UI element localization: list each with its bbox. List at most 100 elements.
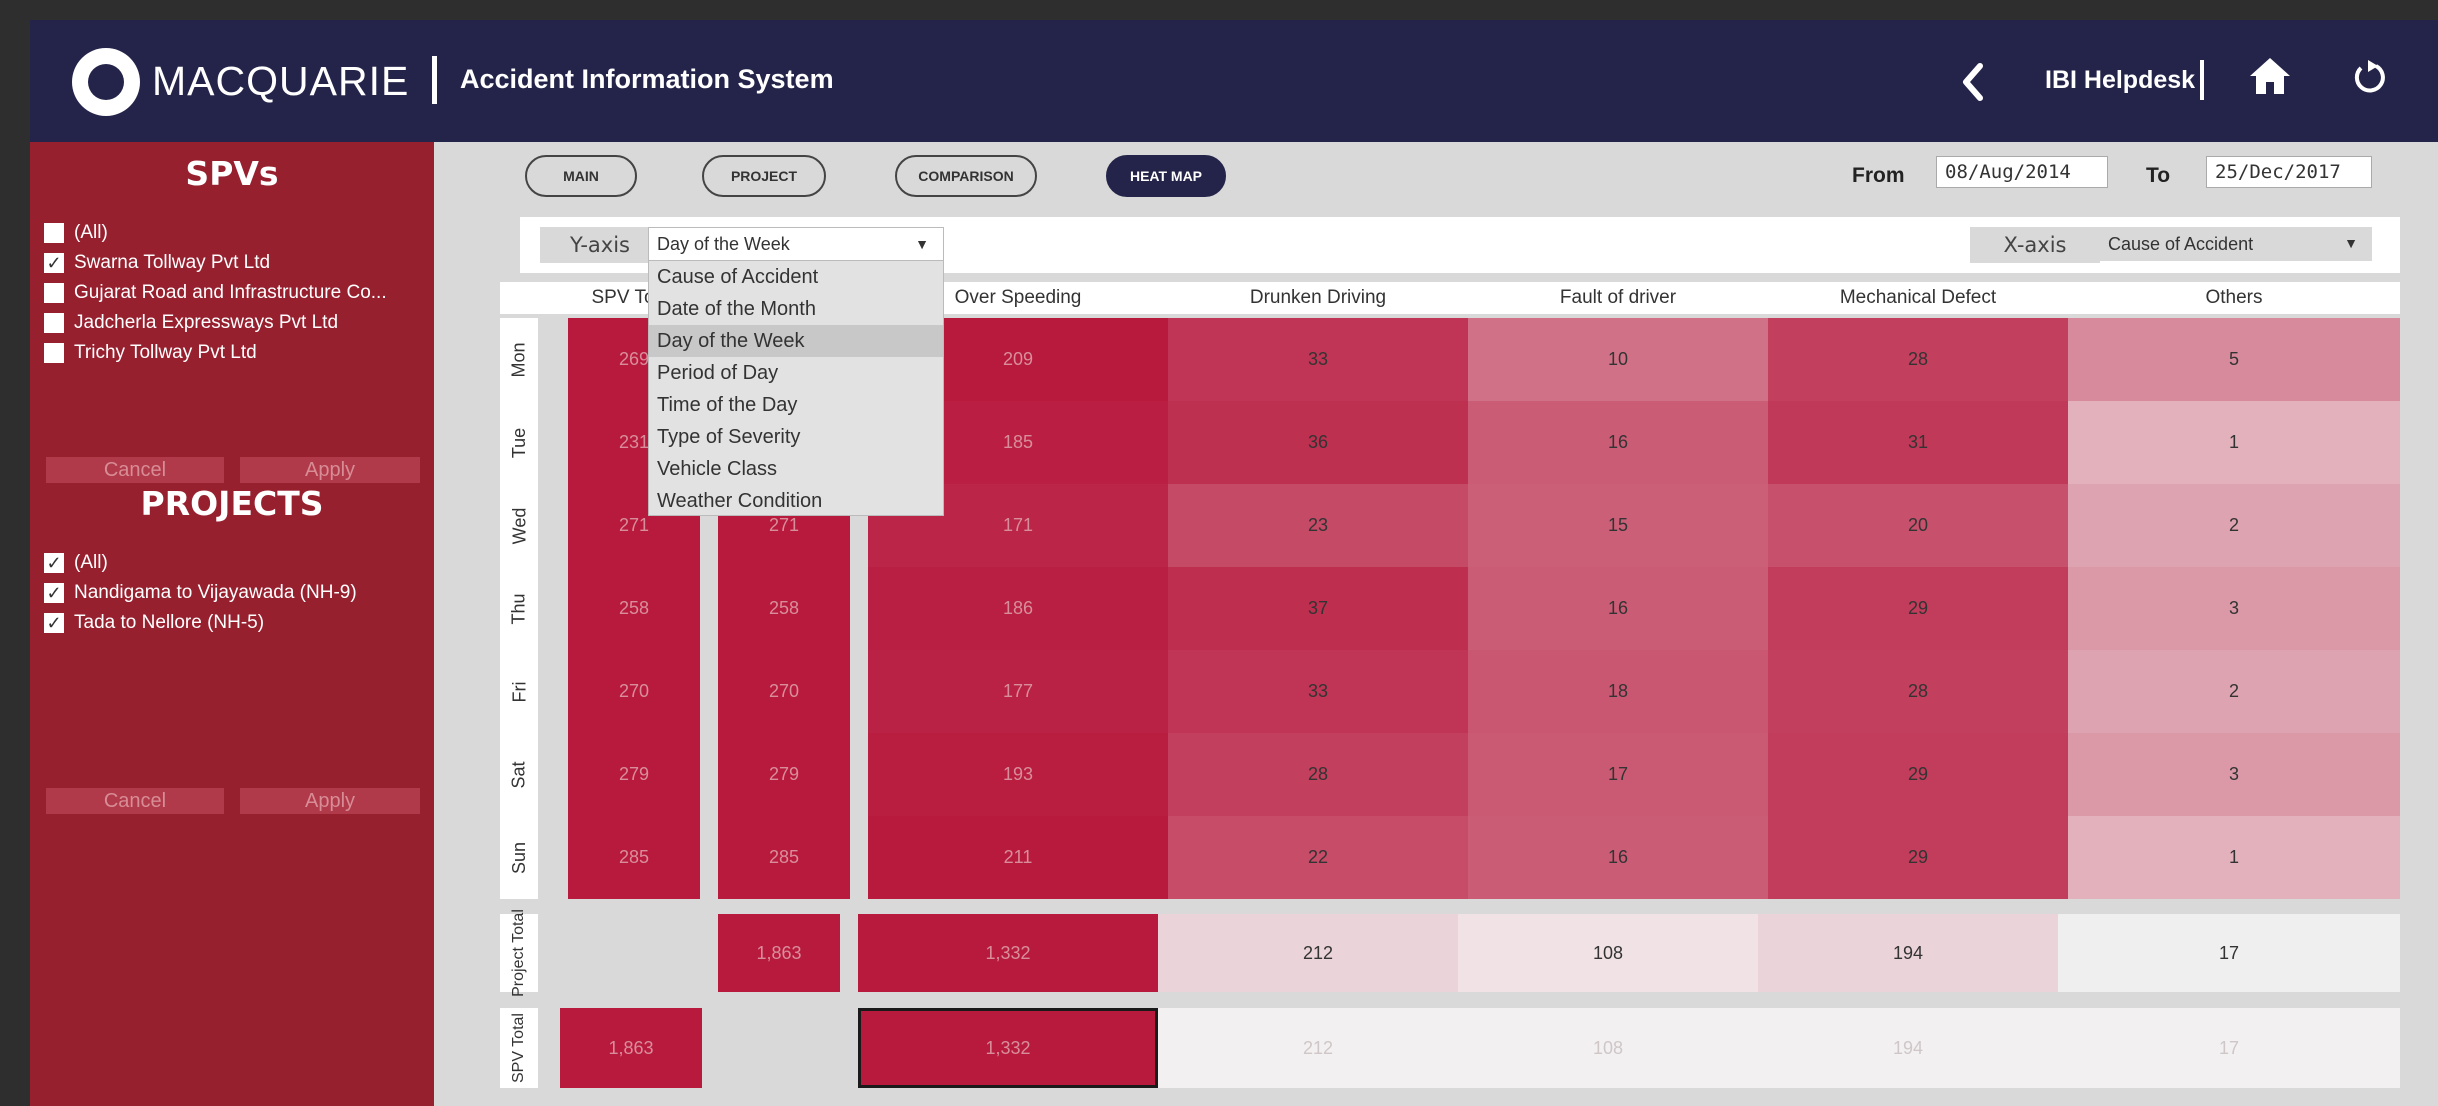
dropdown-option[interactable]: Cause of Accident bbox=[649, 261, 943, 293]
spv-total-cell[interactable]: 1,863 bbox=[560, 1008, 702, 1088]
spv-option[interactable]: (All) bbox=[44, 220, 108, 246]
project-total-cell[interactable]: 194 bbox=[1758, 914, 2058, 992]
heatmap-cell[interactable]: 1 bbox=[2068, 401, 2400, 484]
project-total-cell[interactable]: 108 bbox=[1458, 914, 1758, 992]
spv-total-cell[interactable]: 17 bbox=[2058, 1008, 2400, 1088]
heatmap-cell[interactable]: 3 bbox=[2068, 567, 2400, 650]
spv-cancel-button[interactable]: Cancel bbox=[46, 457, 224, 483]
checkbox-checked-icon[interactable]: ✓ bbox=[44, 613, 64, 633]
checkbox-empty-icon[interactable] bbox=[44, 343, 64, 363]
heatmap-cell[interactable]: 29 bbox=[1768, 733, 2068, 816]
dropdown-option[interactable]: Time of the Day bbox=[649, 389, 943, 421]
heatmap-cell-project[interactable]: 258 bbox=[718, 567, 850, 650]
project-total-cell[interactable]: 1,863 bbox=[718, 914, 840, 992]
heatmap-cell[interactable]: 17 bbox=[1468, 733, 1768, 816]
project-total-cell[interactable]: 1,332 bbox=[858, 914, 1158, 992]
y-axis-select[interactable]: Day of the Week ▼ bbox=[648, 227, 944, 261]
checkbox-empty-icon[interactable] bbox=[44, 223, 64, 243]
from-date-input[interactable]: 08/Aug/2014 bbox=[1936, 156, 2108, 188]
heatmap-cell[interactable]: 186 bbox=[868, 567, 1168, 650]
heatmap-cell[interactable]: 37 bbox=[1168, 567, 1468, 650]
heatmap-cell-spv[interactable]: 285 bbox=[568, 816, 700, 899]
checkbox-checked-icon[interactable]: ✓ bbox=[44, 583, 64, 603]
spv-apply-button[interactable]: Apply bbox=[240, 457, 420, 483]
dropdown-option[interactable]: Date of the Month bbox=[649, 293, 943, 325]
to-date-input[interactable]: 25/Dec/2017 bbox=[2206, 156, 2372, 188]
heatmap-cell-project[interactable]: 279 bbox=[718, 733, 850, 816]
heatmap-cell[interactable]: 16 bbox=[1468, 816, 1768, 899]
heatmap-cell[interactable]: 31 bbox=[1768, 401, 2068, 484]
heatmap-cell[interactable]: 16 bbox=[1468, 401, 1768, 484]
heatmap-cell[interactable]: 28 bbox=[1768, 318, 2068, 401]
home-icon[interactable] bbox=[2248, 56, 2292, 96]
row-label-text: Thu bbox=[509, 592, 529, 625]
project-option[interactable]: ✓ Nandigama to Vijayawada (NH-9) bbox=[44, 580, 357, 606]
spv-option[interactable]: ✓ Swarna Tollway Pvt Ltd bbox=[44, 250, 270, 276]
nav-main-button[interactable]: MAIN bbox=[525, 155, 637, 197]
heatmap-cell-project[interactable]: 285 bbox=[718, 816, 850, 899]
dropdown-option[interactable]: Day of the Week bbox=[649, 325, 943, 357]
dropdown-option[interactable]: Vehicle Class bbox=[649, 453, 943, 485]
heatmap-cell[interactable]: 20 bbox=[1768, 484, 2068, 567]
nav-heatmap-button[interactable]: HEAT MAP bbox=[1106, 155, 1226, 197]
heatmap-cell[interactable]: 2 bbox=[2068, 650, 2400, 733]
heatmap-cell[interactable]: 5 bbox=[2068, 318, 2400, 401]
heatmap-cell-spv[interactable]: 270 bbox=[568, 650, 700, 733]
spv-option-label: Jadcherla Expressways Pvt Ltd bbox=[74, 312, 339, 333]
heatmap-cell-project[interactable]: 270 bbox=[718, 650, 850, 733]
heatmap-cell[interactable]: 36 bbox=[1168, 401, 1468, 484]
dropdown-option[interactable]: Type of Severity bbox=[649, 421, 943, 453]
project-option[interactable]: ✓ Tada to Nellore (NH-5) bbox=[44, 610, 264, 636]
heatmap-cell[interactable]: 211 bbox=[868, 816, 1168, 899]
heatmap-cell-spv[interactable]: 258 bbox=[568, 567, 700, 650]
y-axis-select-value: Day of the Week bbox=[657, 233, 790, 254]
heatmap-cell[interactable]: 33 bbox=[1168, 318, 1468, 401]
spv-total-cell[interactable]: 1,332 bbox=[858, 1008, 1158, 1088]
spv-option-label: Swarna Tollway Pvt Ltd bbox=[74, 252, 271, 273]
spv-total-cell[interactable]: 212 bbox=[1158, 1008, 1478, 1088]
refresh-icon[interactable] bbox=[2352, 58, 2386, 94]
spv-option[interactable]: Gujarat Road and Infrastructure Co... bbox=[44, 280, 387, 306]
checkbox-checked-icon[interactable]: ✓ bbox=[44, 553, 64, 573]
helpdesk-link[interactable]: IBI Helpdesk bbox=[2045, 66, 2195, 95]
heatmap-cell[interactable]: 18 bbox=[1468, 650, 1768, 733]
row-label-text: Project Total bbox=[510, 909, 527, 997]
heatmap-cell[interactable]: 28 bbox=[1168, 733, 1468, 816]
back-chevron-icon[interactable] bbox=[1960, 62, 1984, 102]
dropdown-option[interactable]: Weather Condition bbox=[649, 485, 943, 517]
spv-option-label: Gujarat Road and Infrastructure Co... bbox=[74, 282, 387, 303]
heatmap-cell[interactable]: 29 bbox=[1768, 816, 2068, 899]
heatmap-cell[interactable]: 1 bbox=[2068, 816, 2400, 899]
spv-option[interactable]: Trichy Tollway Pvt Ltd bbox=[44, 340, 257, 366]
spv-total-cell[interactable]: 108 bbox=[1458, 1008, 1758, 1088]
heatmap-cell[interactable]: 2 bbox=[2068, 484, 2400, 567]
heatmap-cell-spv[interactable]: 279 bbox=[568, 733, 700, 816]
projects-cancel-button[interactable]: Cancel bbox=[46, 788, 224, 814]
nav-comparison-button[interactable]: COMPARISON bbox=[895, 155, 1037, 197]
heatmap-cell[interactable]: 177 bbox=[868, 650, 1168, 733]
spv-total-cell[interactable]: 194 bbox=[1758, 1008, 2058, 1088]
heatmap-cell[interactable]: 28 bbox=[1768, 650, 2068, 733]
project-option[interactable]: ✓ (All) bbox=[44, 550, 108, 576]
dropdown-option[interactable]: Period of Day bbox=[649, 357, 943, 389]
heatmap-cell[interactable]: 193 bbox=[868, 733, 1168, 816]
heatmap-cell[interactable]: 22 bbox=[1168, 816, 1468, 899]
heatmap-cell[interactable]: 33 bbox=[1168, 650, 1468, 733]
checkbox-checked-icon[interactable]: ✓ bbox=[44, 253, 64, 273]
heatmap-cell[interactable]: 29 bbox=[1768, 567, 2068, 650]
project-total-cell[interactable]: 212 bbox=[1158, 914, 1478, 992]
row-label-text: Fri bbox=[509, 681, 529, 702]
projects-apply-button[interactable]: Apply bbox=[240, 788, 420, 814]
heatmap-cell[interactable]: 10 bbox=[1468, 318, 1768, 401]
checkbox-empty-icon[interactable] bbox=[44, 283, 64, 303]
checkbox-empty-icon[interactable] bbox=[44, 313, 64, 333]
project-total-cell[interactable]: 17 bbox=[2058, 914, 2400, 992]
spv-option[interactable]: Jadcherla Expressways Pvt Ltd bbox=[44, 310, 338, 336]
row-label-text: Tue bbox=[508, 427, 529, 458]
x-axis-select[interactable]: Cause of Accident ▼ bbox=[2100, 227, 2372, 261]
heatmap-cell[interactable]: 23 bbox=[1168, 484, 1468, 567]
heatmap-cell[interactable]: 16 bbox=[1468, 567, 1768, 650]
heatmap-cell[interactable]: 3 bbox=[2068, 733, 2400, 816]
heatmap-cell[interactable]: 15 bbox=[1468, 484, 1768, 567]
nav-project-button[interactable]: PROJECT bbox=[702, 155, 826, 197]
